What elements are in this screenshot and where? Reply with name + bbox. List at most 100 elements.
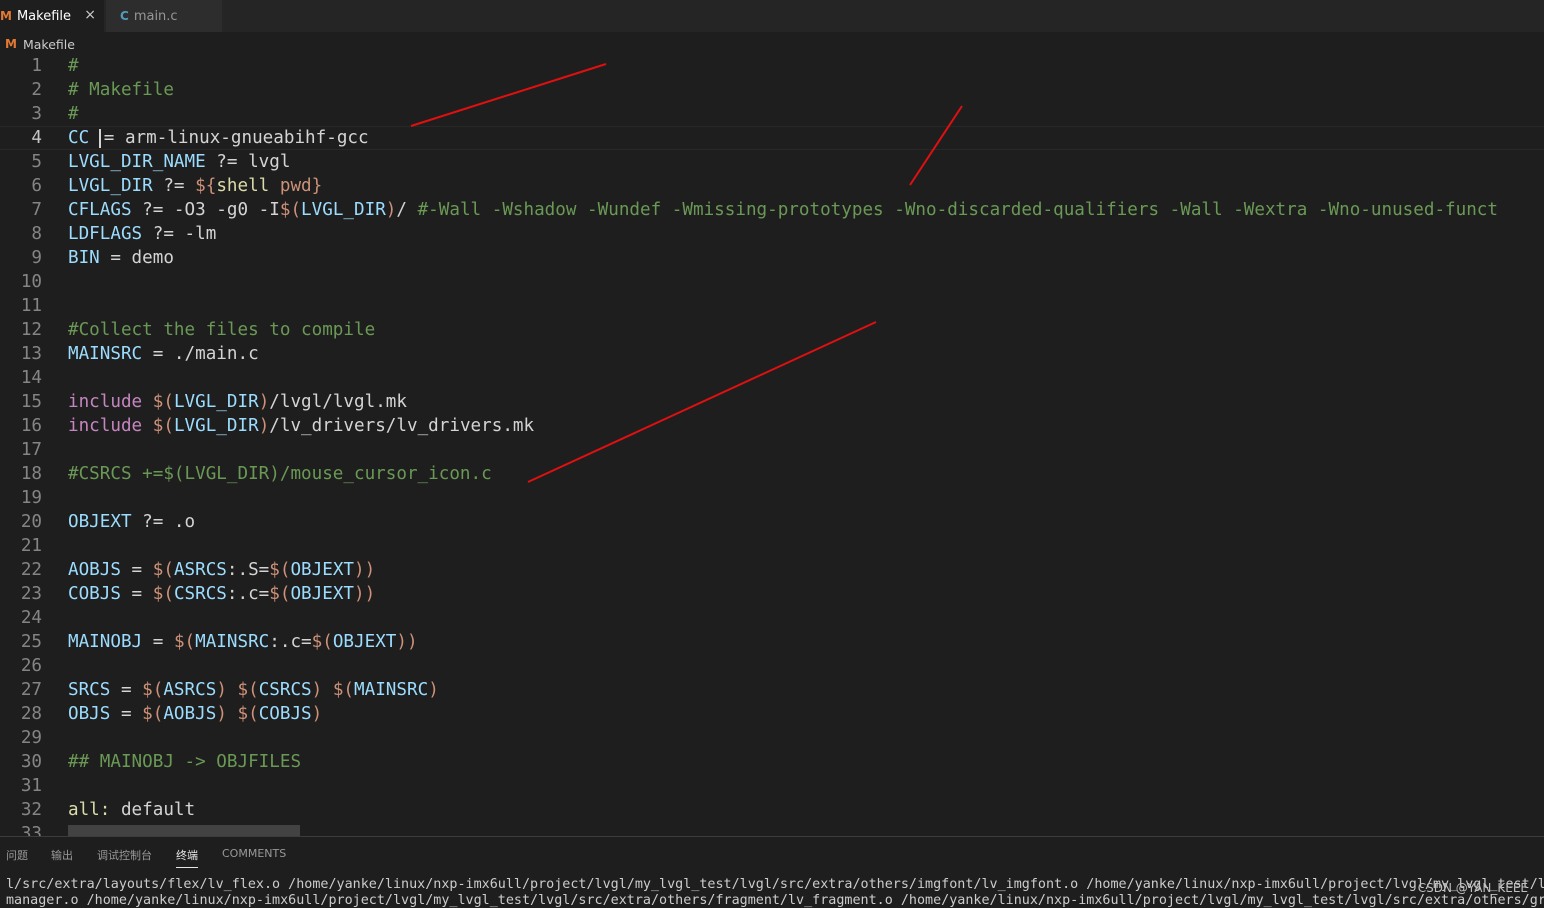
breadcrumb[interactable]: M Makefile: [0, 34, 75, 54]
code-line[interactable]: 7 CFLAGS ?= -O3 -g0 -I$(LVGL_DIR)/ #-Wall…: [0, 198, 1544, 222]
code-line[interactable]: 27 SRCS = $(ASRCS) $(CSRCS) $(MAINSRC): [0, 678, 1544, 702]
line-number[interactable]: 1: [0, 54, 42, 78]
code-line[interactable]: 4 CC = arm-linux-gnueabihf-gcc: [0, 126, 1544, 150]
line-code[interactable]: MAINSRC = ./main.c: [68, 342, 259, 366]
code-line[interactable]: 14: [0, 366, 1544, 390]
code-line[interactable]: 3 #: [0, 102, 1544, 126]
close-icon[interactable]: ×: [84, 7, 96, 23]
line-code[interactable]: MAINOBJ = $(MAINSRC:.c=$(OBJEXT)): [68, 630, 418, 654]
line-number[interactable]: 33: [0, 822, 42, 836]
code-line[interactable]: 1 #: [0, 54, 1544, 78]
line-number[interactable]: 11: [0, 294, 42, 318]
line-code[interactable]: LDFLAGS ?= -lm: [68, 222, 216, 246]
line-code[interactable]: #CSRCS +=$(LVGL_DIR)/mouse_cursor_icon.c: [68, 462, 492, 486]
line-number[interactable]: 14: [0, 366, 42, 390]
line-code[interactable]: #: [68, 102, 79, 126]
line-number[interactable]: 31: [0, 774, 42, 798]
code-line[interactable]: 24: [0, 606, 1544, 630]
code-line[interactable]: 22 AOBJS = $(ASRCS:.S=$(OBJEXT)): [0, 558, 1544, 582]
code-line[interactable]: 31: [0, 774, 1544, 798]
code-line[interactable]: 28 OBJS = $(AOBJS) $(COBJS): [0, 702, 1544, 726]
code-line[interactable]: 2 # Makefile: [0, 78, 1544, 102]
code-line[interactable]: 20 OBJEXT ?= .o: [0, 510, 1544, 534]
code-line[interactable]: 12 #Collect the files to compile: [0, 318, 1544, 342]
line-code[interactable]: CFLAGS ?= -O3 -g0 -I$(LVGL_DIR)/ #-Wall …: [68, 198, 1498, 222]
tab-main-c[interactable]: C main.c: [106, 0, 222, 32]
panel-tab-debug-console[interactable]: 调试控制台: [97, 847, 152, 863]
line-number[interactable]: 22: [0, 558, 42, 582]
panel-tab-terminal[interactable]: 终端: [176, 847, 198, 868]
code-line[interactable]: 11: [0, 294, 1544, 318]
code-line[interactable]: 9 BIN = demo: [0, 246, 1544, 270]
line-code[interactable]: SRCS = $(ASRCS) $(CSRCS) $(MAINSRC): [68, 678, 439, 702]
line-code[interactable]: #Collect the files to compile: [68, 318, 375, 342]
panel-tab-problems[interactable]: 问题: [6, 847, 28, 863]
code-editor[interactable]: 1 #2 # Makefile 3 #4 CC = arm-linux-gnueabihf…: [0, 54, 1544, 836]
line-number[interactable]: 26: [0, 654, 42, 678]
line-number[interactable]: 16: [0, 414, 42, 438]
line-code[interactable]: #: [68, 54, 79, 78]
line-code[interactable]: OBJEXT ?= .o: [68, 510, 195, 534]
line-code[interactable]: OBJS = $(AOBJS) $(COBJS): [68, 702, 322, 726]
line-number[interactable]: 5: [0, 150, 42, 174]
panel-tab-output[interactable]: 输出: [51, 847, 73, 863]
code-line[interactable]: 26: [0, 654, 1544, 678]
tab-makefile[interactable]: M Makefile ×: [0, 0, 104, 32]
line-code[interactable]: CC = arm-linux-gnueabihf-gcc: [68, 127, 369, 149]
line-number[interactable]: 15: [0, 390, 42, 414]
line-number[interactable]: 23: [0, 582, 42, 606]
line-number[interactable]: 12: [0, 318, 42, 342]
code-token: =: [120, 584, 153, 604]
code-line[interactable]: 5 LVGL_DIR_NAME ?= lvgl: [0, 150, 1544, 174]
line-number[interactable]: 27: [0, 678, 42, 702]
code-line[interactable]: 8 LDFLAGS ?= -lm: [0, 222, 1544, 246]
line-code[interactable]: include $(LVGL_DIR)/lvgl/lvgl.mk: [68, 390, 407, 414]
panel-tab-comments[interactable]: COMMENTS: [222, 847, 286, 860]
line-number[interactable]: 28: [0, 702, 42, 726]
line-number[interactable]: 7: [0, 198, 42, 222]
line-code[interactable]: ## MAINOBJ -> OBJFILES: [68, 750, 301, 774]
line-number[interactable]: 18: [0, 462, 42, 486]
code-line[interactable]: 32 all: default: [0, 798, 1544, 822]
code-line[interactable]: 18 #CSRCS +=$(LVGL_DIR)/mouse_cursor_icon…: [0, 462, 1544, 486]
line-number[interactable]: 3: [0, 102, 42, 126]
line-number[interactable]: 10: [0, 270, 42, 294]
line-number[interactable]: 9: [0, 246, 42, 270]
line-number[interactable]: 8: [0, 222, 42, 246]
line-number[interactable]: 30: [0, 750, 42, 774]
code-line[interactable]: 17: [0, 438, 1544, 462]
line-code[interactable]: COBJS = $(CSRCS:.c=$(OBJEXT)): [68, 582, 375, 606]
breadcrumb-label[interactable]: Makefile: [23, 37, 75, 52]
line-code[interactable]: all: default: [68, 798, 195, 822]
horizontal-scrollbar[interactable]: [68, 825, 300, 836]
code-line[interactable]: 23 COBJS = $(CSRCS:.c=$(OBJEXT)): [0, 582, 1544, 606]
code-line[interactable]: 13 MAINSRC = ./main.c: [0, 342, 1544, 366]
code-line[interactable]: 6 LVGL_DIR ?= ${shell pwd}: [0, 174, 1544, 198]
line-number[interactable]: 6: [0, 174, 42, 198]
code-line[interactable]: 21: [0, 534, 1544, 558]
line-code[interactable]: BIN = demo: [68, 246, 174, 270]
line-number[interactable]: 4: [0, 127, 42, 149]
code-line[interactable]: 19: [0, 486, 1544, 510]
line-code[interactable]: LVGL_DIR_NAME ?= lvgl: [68, 150, 290, 174]
code-line[interactable]: 25 MAINOBJ = $(MAINSRC:.c=$(OBJEXT)): [0, 630, 1544, 654]
line-number[interactable]: 21: [0, 534, 42, 558]
line-code[interactable]: AOBJS = $(ASRCS:.S=$(OBJEXT)): [68, 558, 375, 582]
code-line[interactable]: 30 ## MAINOBJ -> OBJFILES: [0, 750, 1544, 774]
line-number[interactable]: 25: [0, 630, 42, 654]
line-number[interactable]: 19: [0, 486, 42, 510]
line-code[interactable]: include $(LVGL_DIR)/lv_drivers/lv_driver…: [68, 414, 534, 438]
line-number[interactable]: 20: [0, 510, 42, 534]
code-line[interactable]: 10: [0, 270, 1544, 294]
line-code[interactable]: # Makefile: [68, 78, 174, 102]
line-number[interactable]: 32: [0, 798, 42, 822]
line-number[interactable]: 13: [0, 342, 42, 366]
line-code[interactable]: LVGL_DIR ?= ${shell pwd}: [68, 174, 322, 198]
line-number[interactable]: 2: [0, 78, 42, 102]
line-number[interactable]: 29: [0, 726, 42, 750]
line-number[interactable]: 17: [0, 438, 42, 462]
code-line[interactable]: 15 include $(LVGL_DIR)/lvgl/lvgl.mk: [0, 390, 1544, 414]
line-number[interactable]: 24: [0, 606, 42, 630]
code-line[interactable]: 29: [0, 726, 1544, 750]
code-line[interactable]: 16 include $(LVGL_DIR)/lv_drivers/lv_driv…: [0, 414, 1544, 438]
